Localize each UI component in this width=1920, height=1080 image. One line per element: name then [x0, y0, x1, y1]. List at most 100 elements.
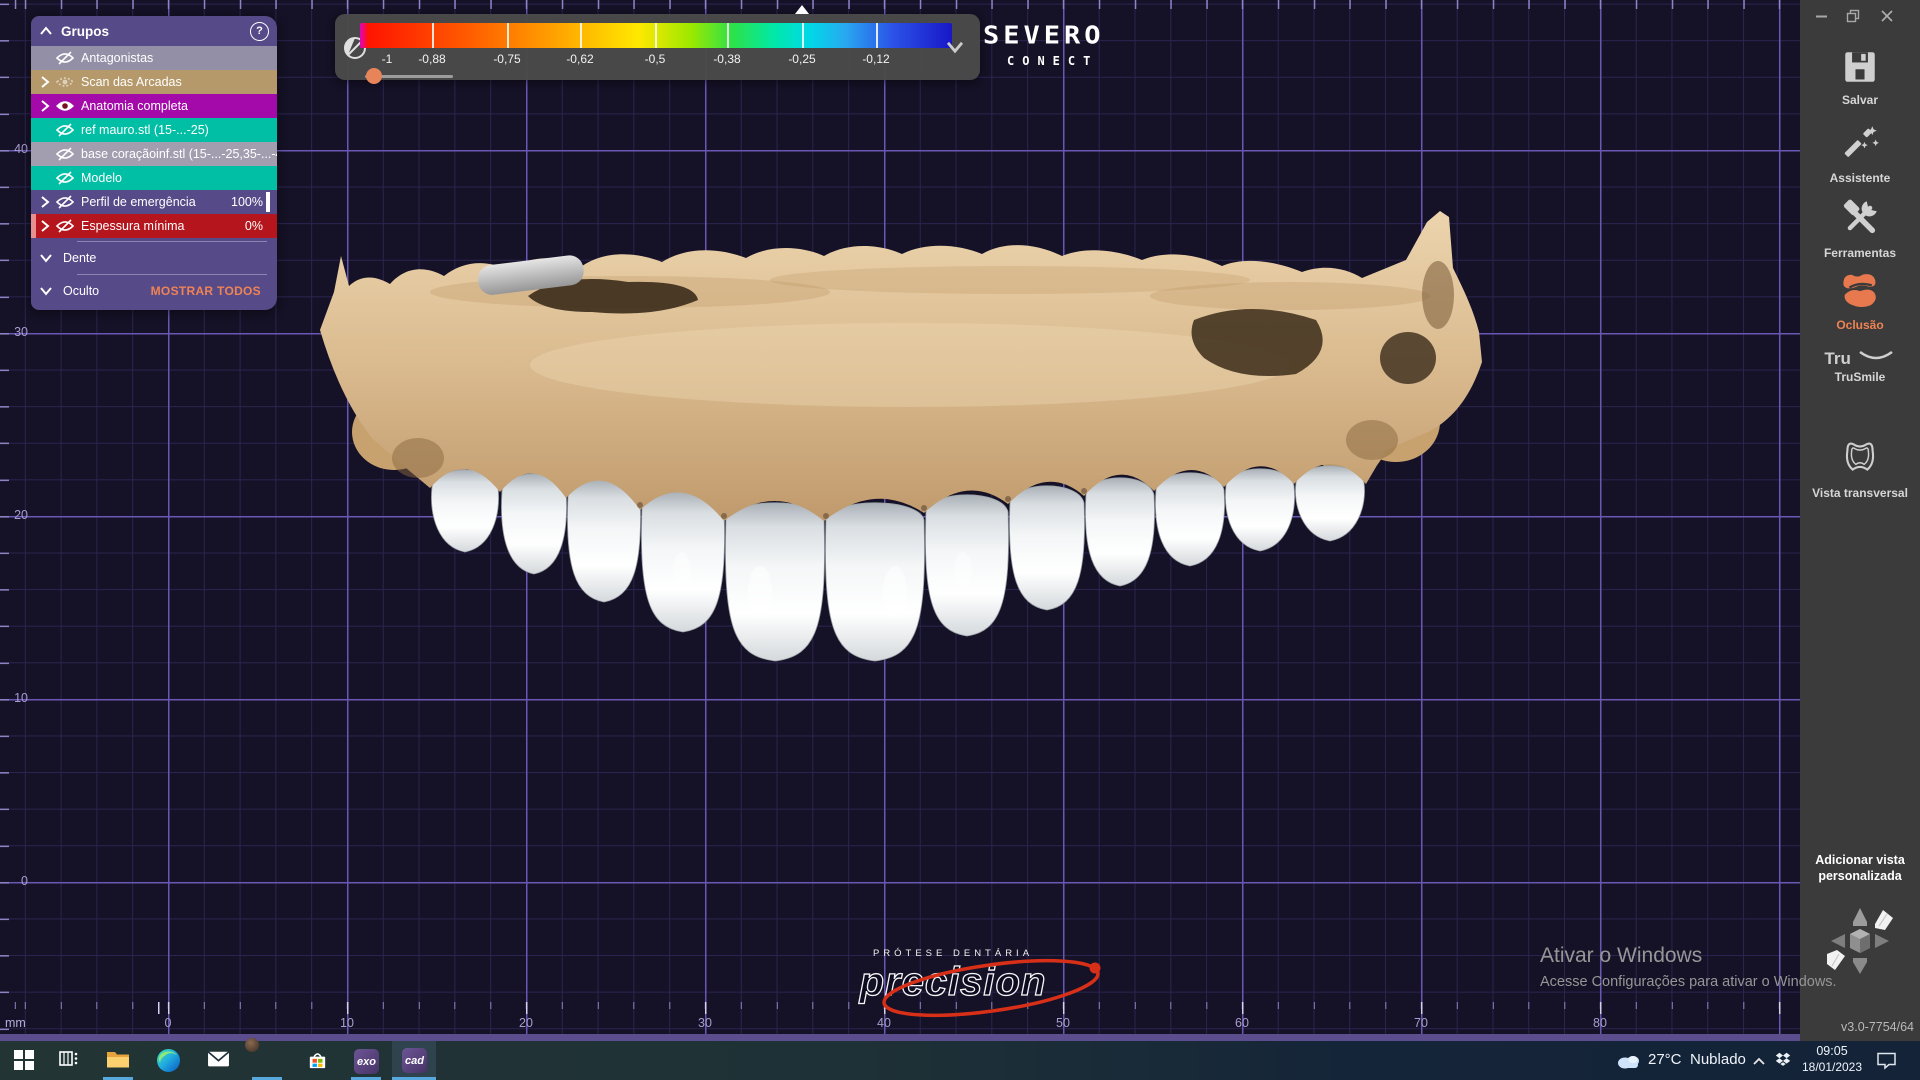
tool-oclusao[interactable]: Oclusão [1800, 271, 1920, 332]
colorbar-marker-triangle [795, 5, 809, 14]
group-value: 0% [245, 219, 263, 233]
y-ruler-label: 30 [2, 325, 28, 339]
magic-wand-icon [1841, 124, 1879, 162]
colorbar-label: -0,75 [477, 52, 537, 66]
group-row-anatomia-completa[interactable]: Anatomia completa [31, 94, 277, 118]
collapse-chevron-icon[interactable] [39, 253, 53, 263]
x-ruler-label: 80 [1580, 1016, 1620, 1030]
group-label: Scan das Arcadas [81, 75, 277, 89]
deviation-colorbar-panel: -1 -0,88 -0,75 -0,62 -0,5 -0,38 -0,25 -0… [335, 14, 980, 80]
weather-condition[interactable]: Nublado [1690, 1051, 1746, 1068]
expand-chevron-icon[interactable] [40, 75, 50, 89]
chrome-profile-avatar [245, 1038, 259, 1052]
colorbar-tick [507, 23, 509, 48]
group-row-perfil-de-emergencia[interactable]: Perfil de emergência 100% [31, 190, 277, 214]
groups-panel: Grupos ? Antagonistas Scan das Arcadas A… [31, 16, 277, 310]
dental-model[interactable] [310, 200, 1490, 680]
groups-header[interactable]: Grupos ? [31, 16, 277, 46]
dente-label: Dente [63, 251, 267, 265]
microsoft-store-icon[interactable] [306, 1049, 329, 1072]
group-row-ref-mauro-stl[interactable]: ref mauro.stl (15-...-25) [31, 118, 277, 142]
colorbar-tick [655, 23, 657, 48]
colorbar-expand-chevron-icon[interactable] [945, 40, 965, 54]
exocad-cad-icon[interactable]: cad [402, 1048, 427, 1073]
visibility-off-icon[interactable] [55, 123, 75, 137]
dente-row[interactable]: Dente [31, 245, 277, 271]
tray-expand-chevron-icon[interactable] [1752, 1056, 1766, 1066]
group-label: Perfil de emergência [81, 195, 231, 209]
tool-vista-transversal[interactable]: Vista transversal [1800, 437, 1920, 500]
divider [77, 274, 267, 275]
color-gradient-bar[interactable] [360, 23, 952, 48]
notification-center-icon[interactable] [1876, 1051, 1898, 1070]
tool-trusmile[interactable]: Tru TruSmile [1800, 350, 1920, 384]
trusmile-icon: Tru [1800, 350, 1920, 366]
divider [77, 241, 267, 242]
mail-icon[interactable] [207, 1049, 230, 1068]
save-icon [1843, 50, 1877, 84]
group-row-base-coracaoinf-stl[interactable]: base coraçãoinf.stl (15-...-25,35-...-45… [31, 142, 277, 166]
start-button[interactable] [14, 1050, 34, 1070]
visibility-off-icon[interactable] [55, 147, 75, 161]
exocad-cad-active-app[interactable]: cad [392, 1041, 436, 1080]
group-row-espessura-minima[interactable]: Espessura mínima 0% [31, 214, 277, 238]
tool-assistente[interactable]: Assistente [1800, 124, 1920, 185]
exocad-exo-icon[interactable]: exo [354, 1049, 379, 1074]
collapse-chevron-icon[interactable] [39, 286, 53, 296]
group-row-scan-das-arcadas[interactable]: Scan das Arcadas [31, 70, 277, 94]
y-ruler-label: 0 [2, 874, 28, 888]
clock[interactable]: 09:05 18/01/2023 [1798, 1044, 1866, 1074]
colorbar-label: -0,5 [625, 52, 685, 66]
visibility-off-icon[interactable] [55, 195, 75, 209]
show-all-button[interactable]: MOSTRAR TODOS [145, 283, 267, 299]
close-button[interactable] [1878, 8, 1896, 24]
collapse-chevron-icon[interactable] [39, 26, 53, 36]
right-toolbar: Salvar Assistente Ferramentas Oclusão [1800, 0, 1920, 1041]
oculto-row[interactable]: Oculto MOSTRAR TODOS [31, 278, 277, 304]
visibility-off-icon[interactable] [55, 219, 75, 233]
minimize-button[interactable] [1812, 8, 1830, 24]
weather-temp[interactable]: 27°C [1648, 1051, 1682, 1068]
add-custom-view-button[interactable]: Adicionar vista personalizada [1808, 852, 1912, 884]
x-ruler-label: 30 [685, 1016, 725, 1030]
visibility-dim-icon[interactable] [55, 75, 75, 89]
file-explorer-icon[interactable] [106, 1049, 130, 1069]
ruler-unit-label: mm [5, 1016, 26, 1030]
range-slider-handle[interactable] [366, 68, 382, 84]
tool-salvar[interactable]: Salvar [1800, 50, 1920, 107]
ruler-ticks-top [0, 0, 1800, 9]
edge-icon[interactable] [157, 1049, 180, 1072]
precision-logo: PRÓTESE DENTÁRIA precision [798, 948, 1108, 1005]
group-label: Anatomia completa [81, 99, 277, 113]
weather-cloud-icon[interactable] [1614, 1052, 1644, 1070]
x-ruler-label: 20 [506, 1016, 546, 1030]
visibility-off-icon[interactable] [55, 171, 75, 185]
group-label: Antagonistas [81, 51, 277, 65]
tooth-cross-section-icon [1839, 437, 1881, 477]
expand-chevron-icon[interactable] [40, 195, 50, 209]
tools-icon [1841, 199, 1879, 237]
expand-chevron-icon[interactable] [40, 99, 50, 113]
group-label: ref mauro.stl (15-...-25) [81, 123, 277, 137]
restore-button[interactable] [1844, 8, 1862, 24]
task-view-icon[interactable] [58, 1049, 80, 1069]
groups-title: Grupos [61, 24, 250, 39]
group-row-antagonistas[interactable]: Antagonistas [31, 46, 277, 70]
value-slider-handle[interactable] [266, 192, 270, 212]
date-label: 18/01/2023 [1798, 1060, 1866, 1074]
group-row-modelo[interactable]: Modelo [31, 166, 277, 190]
help-icon[interactable]: ? [250, 22, 269, 41]
y-ruler-label: 20 [2, 508, 28, 522]
visibility-on-icon[interactable] [55, 99, 75, 113]
x-ruler-label: 10 [327, 1016, 367, 1030]
time-label: 09:05 [1798, 1044, 1866, 1058]
dropbox-tray-icon[interactable] [1774, 1052, 1792, 1068]
colorbar-tick [580, 23, 582, 48]
exocad-logo [1823, 898, 1897, 982]
visibility-off-icon[interactable] [55, 51, 75, 65]
colorbar-label: -0,25 [772, 52, 832, 66]
colorbar-tick [802, 23, 804, 48]
viewport-bottom-border [0, 1034, 1800, 1041]
tool-ferramentas[interactable]: Ferramentas [1800, 199, 1920, 260]
expand-chevron-icon[interactable] [40, 219, 50, 233]
